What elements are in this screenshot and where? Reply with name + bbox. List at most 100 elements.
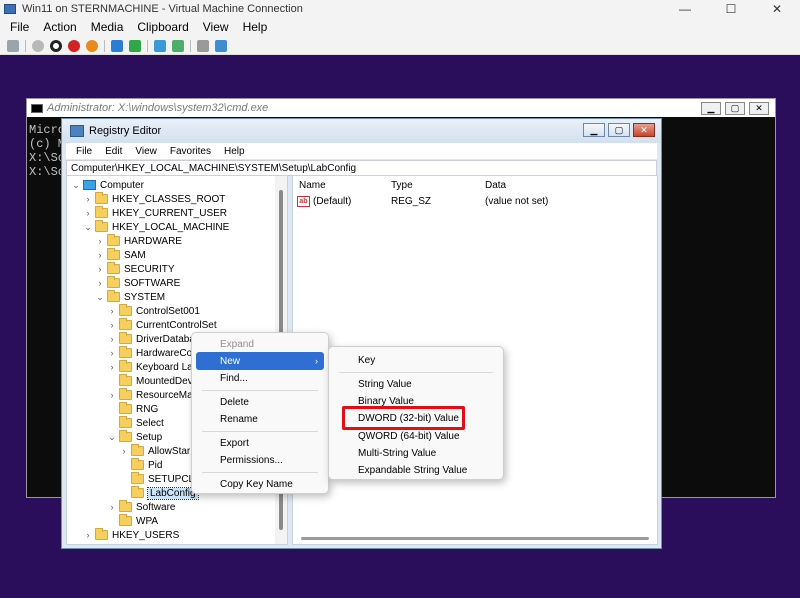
menu-item-new-key[interactable]: Key xyxy=(333,351,499,369)
expanded-chevron-icon[interactable]: ⌄ xyxy=(95,292,105,303)
start-icon[interactable] xyxy=(32,39,44,52)
reset-icon[interactable] xyxy=(154,39,166,52)
menu-action[interactable]: Action xyxy=(37,20,84,34)
tree-node-label: AllowStar xyxy=(148,445,191,457)
collapsed-chevron-icon[interactable]: › xyxy=(107,348,117,358)
regedit-maximize-button[interactable]: ▢ xyxy=(608,123,630,137)
tree-node-label: HKEY_LOCAL_MACHINE xyxy=(112,221,230,233)
tree-node[interactable]: › AllowStar xyxy=(119,444,190,458)
regedit-menu-view[interactable]: View xyxy=(129,146,164,157)
cmd-maximize-button[interactable]: ▢ xyxy=(725,102,745,115)
tree-node[interactable]: › ResourceMar xyxy=(107,388,196,402)
collapsed-chevron-icon[interactable]: › xyxy=(95,236,105,246)
column-header-type[interactable]: Type xyxy=(391,180,413,191)
menu-item-delete[interactable]: Delete xyxy=(196,393,324,411)
regedit-menu-help[interactable]: Help xyxy=(218,146,252,157)
menu-item-export[interactable]: Export xyxy=(196,434,324,452)
registry-editor-window[interactable]: Registry Editor ▁ ▢ ✕ File Edit View Fav… xyxy=(61,118,662,549)
tree-node[interactable]: ⌄ Setup xyxy=(107,430,162,444)
menu-item-find[interactable]: Find... xyxy=(196,369,324,387)
column-header-data[interactable]: Data xyxy=(485,180,506,191)
tree-node[interactable]: SETUPCL xyxy=(119,472,194,486)
menu-file[interactable]: File xyxy=(4,20,37,34)
collapsed-chevron-icon[interactable]: › xyxy=(95,264,105,274)
save-state-icon[interactable] xyxy=(86,39,98,52)
tree-node[interactable]: ⌄ HKEY_LOCAL_MACHINE xyxy=(83,220,229,234)
dword-annotation-box xyxy=(342,406,465,430)
collapsed-chevron-icon[interactable]: › xyxy=(95,278,105,288)
menu-media[interactable]: Media xyxy=(85,20,132,34)
collapsed-chevron-icon[interactable]: › xyxy=(107,320,117,330)
collapsed-chevron-icon[interactable]: › xyxy=(107,390,117,400)
tree-node[interactable]: Select xyxy=(107,416,164,430)
tree-node[interactable]: RNG xyxy=(107,402,158,416)
menu-item-string-value[interactable]: String Value xyxy=(333,375,499,393)
list-horizontal-scrollbar[interactable] xyxy=(301,537,649,540)
collapsed-chevron-icon[interactable]: › xyxy=(107,334,117,344)
collapsed-chevron-icon[interactable]: › xyxy=(107,306,117,316)
tree-node[interactable]: › Keyboard La xyxy=(107,360,193,374)
collapsed-chevron-icon[interactable]: › xyxy=(95,250,105,260)
menu-item-multi-string-value[interactable]: Multi-String Value xyxy=(333,444,499,462)
collapsed-chevron-icon[interactable]: › xyxy=(83,530,93,540)
tree-node[interactable]: › Software xyxy=(107,500,175,514)
tree-node[interactable]: › DriverDataba xyxy=(107,332,195,346)
column-header-name[interactable]: Name xyxy=(299,180,326,191)
enhanced-session-icon[interactable] xyxy=(215,39,227,52)
menu-item-expandable-string-value[interactable]: Expandable String Value xyxy=(333,461,499,479)
expanded-chevron-icon[interactable]: ⌄ xyxy=(83,222,93,233)
tree-node[interactable]: › HardwareCo xyxy=(107,346,192,360)
tree-node[interactable]: › ControlSet001 xyxy=(107,304,200,318)
tree-node[interactable]: › HKEY_CLASSES_ROOT xyxy=(83,192,225,206)
tree-node[interactable]: ⌄ Computer xyxy=(71,178,144,192)
tree-node[interactable]: › HKEY_USERS xyxy=(83,528,179,542)
tree-node[interactable]: › SOFTWARE xyxy=(95,276,180,290)
menu-view[interactable]: View xyxy=(197,20,237,34)
tree-node[interactable]: ⌄ SYSTEM xyxy=(95,290,165,304)
folder-icon xyxy=(107,248,120,260)
collapsed-chevron-icon[interactable]: › xyxy=(83,194,93,204)
shut-down-icon[interactable] xyxy=(68,39,80,52)
tree-node[interactable]: › HARDWARE xyxy=(95,234,182,248)
revert-icon[interactable] xyxy=(197,39,209,52)
regedit-minimize-button[interactable]: ▁ xyxy=(583,123,605,137)
regedit-menu-edit[interactable]: Edit xyxy=(99,146,129,157)
menu-item-expand[interactable]: Expand xyxy=(196,335,324,353)
tree-node[interactable]: › SAM xyxy=(95,248,146,262)
turn-off-icon[interactable] xyxy=(50,39,62,52)
value-row-default[interactable]: ab (Default) xyxy=(297,196,351,207)
address-bar[interactable]: Computer\HKEY_LOCAL_MACHINE\SYSTEM\Setup… xyxy=(66,160,657,176)
menu-help[interactable]: Help xyxy=(237,20,276,34)
pause-icon[interactable] xyxy=(111,39,123,52)
menu-item-permissions[interactable]: Permissions... xyxy=(196,451,324,469)
collapsed-chevron-icon[interactable]: › xyxy=(119,446,129,456)
tree-node[interactable]: WPA xyxy=(107,514,158,528)
tree-node[interactable]: LabConfig xyxy=(119,486,199,500)
collapsed-chevron-icon[interactable]: › xyxy=(107,362,117,372)
collapsed-chevron-icon[interactable]: › xyxy=(83,208,93,218)
menu-clipboard[interactable]: Clipboard xyxy=(131,20,196,34)
resume-icon[interactable] xyxy=(129,39,141,52)
tree-node[interactable]: › CurrentControlSet xyxy=(107,318,217,332)
folder-icon xyxy=(119,304,132,316)
menu-item-new[interactable]: New › xyxy=(196,352,324,370)
tree-node[interactable]: › SECURITY xyxy=(95,262,175,276)
collapsed-chevron-icon[interactable]: › xyxy=(107,502,117,512)
expanded-chevron-icon[interactable]: ⌄ xyxy=(71,180,81,191)
minimize-button[interactable]: — xyxy=(662,0,708,17)
expanded-chevron-icon[interactable]: ⌄ xyxy=(107,432,117,443)
cmd-close-button[interactable]: ✕ xyxy=(749,102,769,115)
tree-node[interactable]: Pid xyxy=(119,458,162,472)
checkpoint-icon[interactable] xyxy=(172,39,184,52)
close-button[interactable]: ✕ xyxy=(754,0,800,17)
regedit-menu-file[interactable]: File xyxy=(70,146,99,157)
tree-node[interactable]: MountedDev xyxy=(107,374,193,388)
menu-item-copy-key-name[interactable]: Copy Key Name xyxy=(196,475,324,493)
cmd-minimize-button[interactable]: ▁ xyxy=(701,102,721,115)
ctrl-alt-del-icon[interactable] xyxy=(7,39,19,52)
maximize-button[interactable]: ☐ xyxy=(708,0,754,17)
regedit-menu-favorites[interactable]: Favorites xyxy=(164,146,218,157)
menu-item-rename[interactable]: Rename xyxy=(196,410,324,428)
tree-node[interactable]: › HKEY_CURRENT_USER xyxy=(83,206,227,220)
regedit-close-button[interactable]: ✕ xyxy=(633,123,655,137)
